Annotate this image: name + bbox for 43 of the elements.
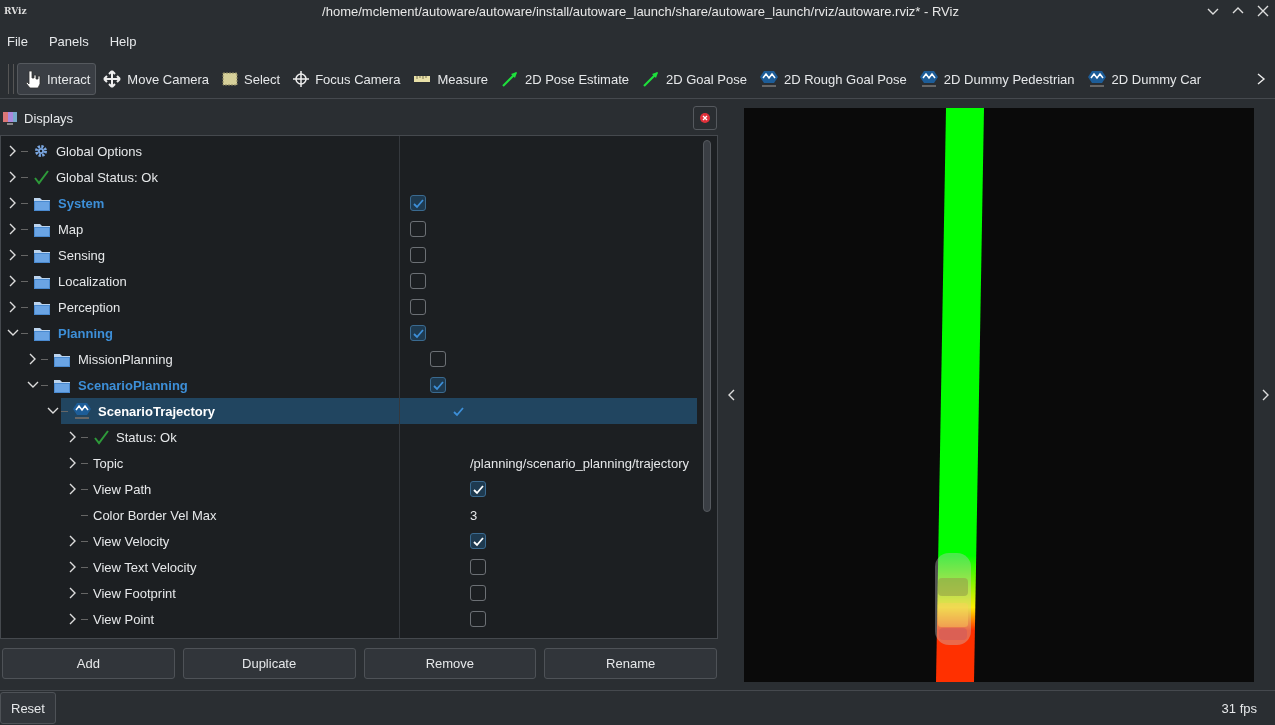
tree-item-label: View Text Velocity	[93, 559, 197, 575]
tool-button[interactable]: Select	[216, 63, 287, 95]
panel-title: Displays	[24, 110, 74, 126]
tree-item-label: Global Options	[56, 143, 142, 159]
property-value[interactable]: /planning/scenario_planning/trajectory	[470, 455, 689, 471]
panel-button[interactable]: Duplicate	[182, 648, 356, 679]
tree-item-label: Sensing	[58, 247, 105, 263]
panel-button[interactable]: Rename	[544, 648, 717, 679]
tree-item-label: Status: Ok	[116, 429, 177, 445]
app-logo: RViz	[4, 6, 28, 16]
tool-button[interactable]: Measure	[407, 63, 494, 95]
tool-button[interactable]: Move Camera	[97, 63, 215, 95]
fps-counter: 31 fps	[1221, 700, 1257, 716]
tool-button[interactable]: Focus Camera	[287, 63, 407, 95]
tree-item-label: Global Status: Ok	[56, 169, 158, 185]
panel-button[interactable]: Add	[2, 648, 175, 679]
tool-button[interactable]: 2D Dummy Car	[1081, 63, 1208, 95]
tool-button[interactable]: 2D Goal Pose	[636, 63, 753, 95]
tool-button[interactable]: Interact	[17, 63, 97, 95]
tree-item-label: View Footprint	[93, 585, 176, 601]
window-title: /home/mclement/autoware/autoware/install/autoware_launch/share/autoware_launch/rviz/autoware.rviz* - RViz	[321, 3, 960, 19]
menu-item[interactable]: Help	[109, 33, 137, 49]
menu-item[interactable]: File	[7, 33, 28, 49]
tool-button[interactable]: 2D Pose Estimate	[494, 63, 635, 95]
panel-button[interactable]: Remove	[363, 648, 537, 679]
tree-item-label: View Point	[93, 611, 155, 627]
tree-item-label: Color Border Vel Max	[93, 507, 217, 523]
tree-item-label: ScenarioTrajectory	[98, 403, 216, 419]
tree-item-label: Topic	[93, 455, 124, 471]
tree-item-label: View Path	[93, 481, 152, 497]
menu-item[interactable]: Panels	[48, 33, 89, 49]
tool-button[interactable]: 2D Dummy Pedestrian	[913, 63, 1081, 95]
reset-button[interactable]: Reset	[0, 692, 56, 724]
tree-item-label: Localization	[58, 273, 127, 289]
tree-item-label: Perception	[58, 299, 121, 315]
property-value[interactable]: 3	[470, 507, 478, 523]
tree-item-label: ScenarioPlanning	[78, 377, 188, 393]
tree-item-label: Map	[58, 221, 84, 237]
tree-item-label: View Velocity	[93, 533, 170, 549]
tree-item-label: MissionPlanning	[78, 351, 173, 367]
tree-item-label: Planning	[58, 325, 113, 341]
tool-button[interactable]: 2D Rough Goal Pose	[753, 63, 913, 95]
tree-item-label: System	[58, 195, 105, 211]
